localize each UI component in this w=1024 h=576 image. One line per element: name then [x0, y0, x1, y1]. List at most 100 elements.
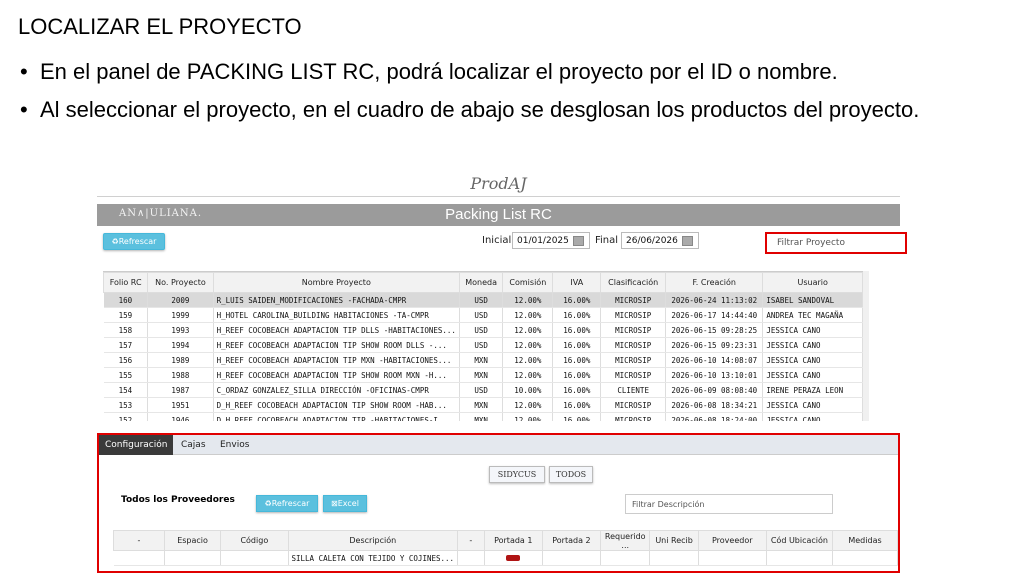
table-cell: D_H_REEF COCOBEACH ADAPTACION TIP SHOW R… [213, 397, 460, 413]
section-title: Todos los Proveedores [121, 495, 235, 505]
column-header[interactable]: - [113, 530, 165, 551]
tab-bar: Configuración Cajas Envios [99, 435, 898, 455]
table-cell: 16.00% [552, 307, 602, 323]
table-cell: 2026-06-08 18:34:21 [665, 397, 764, 413]
column-header[interactable]: Cód Ubicación [765, 530, 834, 551]
table-cell: 1994 [147, 337, 214, 353]
table-cell: 1988 [147, 367, 214, 383]
page-title: Packing List RC [445, 206, 552, 223]
table-cell: 12.00% [502, 397, 554, 413]
table-cell: 155 [103, 367, 149, 383]
table-row[interactable]: 160 2009 R_LUIS SAIDEN_MODIFICACIONES -FAC… [103, 292, 863, 308]
calendar-icon[interactable] [681, 235, 693, 246]
table-row[interactable]: 154 1987 C_ORDAZ GONZALEZ_SILLA DIRECCIÓN … [103, 382, 863, 398]
column-header[interactable]: Clasificación [600, 272, 667, 293]
table-cell: 16.00% [552, 322, 602, 338]
table-cell: 2026-06-10 14:08:07 [665, 352, 764, 368]
todos-button[interactable]: TODOS [549, 466, 593, 483]
table-cell: H_HOTEL CAROLINA_BUILDING HABITACIONES -… [213, 307, 460, 323]
table-row[interactable]: 159 1999 H_HOTEL CAROLINA_BUILDING HABITAC… [103, 307, 863, 323]
inicial-date-field[interactable]: 01/01/2025 [512, 232, 590, 249]
scrollbar[interactable] [863, 271, 869, 421]
table-cell: 12.00% [502, 352, 554, 368]
column-header[interactable]: IVA [552, 272, 602, 293]
table-cell: 16.00% [552, 412, 602, 421]
filter-descripcion-input[interactable]: Filtrar Descripción [625, 494, 833, 514]
column-header[interactable]: Descripción [287, 530, 459, 551]
column-header[interactable]: Portada 2 [541, 530, 602, 551]
refresh-button[interactable]: ♻Refrescar [103, 233, 165, 250]
table-cell: H_REEF COCOBEACH ADAPTACION TIP DLLS -HA… [213, 322, 460, 338]
tab-configuracion[interactable]: Configuración [99, 435, 174, 455]
table-cell: CLIENTE [600, 382, 667, 398]
table-cell: 156 [103, 352, 149, 368]
bullet-list: En el panel de PACKING LIST RC, podrá lo… [18, 58, 1008, 134]
table-row[interactable]: 156 1989 H_REEF COCOBEACH ADAPTACION TIP M… [103, 352, 863, 368]
table-cell: MICROSIP [600, 412, 667, 421]
table-cell: MXN [459, 397, 504, 413]
table-cell: JESSICA CANO [762, 322, 863, 338]
final-date-field[interactable]: 26/06/2026 [621, 232, 699, 249]
calendar-icon[interactable] [572, 235, 584, 246]
inicial-label: Inicial [482, 235, 512, 246]
column-header[interactable]: Medidas [832, 530, 898, 551]
tab-cajas[interactable]: Cajas [175, 435, 212, 455]
table-cell: 1951 [147, 397, 214, 413]
table-cell: 2026-06-08 18:24:00 [665, 412, 764, 421]
products-table: - Espacio Código Descripción - Portada 1 Porta… [113, 530, 898, 571]
table-cell: MXN [459, 367, 504, 383]
table-cell: H_REEF COCOBEACH ADAPTACION TIP SHOW ROO… [213, 367, 460, 383]
column-header[interactable]: Código [220, 530, 289, 551]
refresh-proveedores-button[interactable]: ♻Refrescar [256, 495, 318, 512]
table-row[interactable]: 157 1994 H_REEF COCOBEACH ADAPTACION TIP S… [103, 337, 863, 353]
table-cell: 1946 [147, 412, 214, 421]
table-cell: C_ORDAZ GONZALEZ_SILLA DIRECCIÓN -OFICIN… [213, 382, 460, 398]
column-header[interactable]: Comisión [502, 272, 554, 293]
tab-envios[interactable]: Envios [214, 435, 255, 455]
column-header[interactable]: Proveedor [697, 530, 767, 551]
table-cell: 1993 [147, 322, 214, 338]
column-header[interactable]: Usuario [762, 272, 863, 293]
table-row[interactable]: SILLA CALETA CON TEJIDO Y COJINES... [113, 550, 898, 566]
table-cell: USD [459, 337, 504, 353]
table-cell: 2026-06-17 14:44:40 [665, 307, 764, 323]
table-cell: 12.00% [502, 307, 554, 323]
table-cell: JESSICA CANO [762, 367, 863, 383]
table-cell: 1999 [147, 307, 214, 323]
table-cell: D_H_REEF COCOBEACH ADAPTACION TIP -HABIT… [213, 412, 460, 421]
table-cell: 2026-06-10 13:10:01 [665, 367, 764, 383]
table-cell: 12.00% [502, 292, 554, 308]
column-header[interactable]: Nombre Proyecto [212, 272, 460, 293]
product-thumbnail[interactable] [506, 554, 521, 561]
table-cell: MICROSIP [600, 367, 667, 383]
table-cell: USD [459, 292, 504, 308]
table-cell: JESSICA CANO [762, 412, 863, 421]
column-header[interactable]: Requerido ... [599, 530, 651, 551]
table-cell: IRENE PERAZA LEON [762, 382, 863, 398]
column-header[interactable]: Folio RC [103, 272, 149, 293]
column-header[interactable]: F. Creación [665, 272, 764, 293]
column-header[interactable]: - [457, 530, 485, 551]
column-header[interactable]: No. Proyecto [147, 272, 214, 293]
table-cell: JESSICA CANO [762, 352, 863, 368]
column-header[interactable]: Moneda [458, 272, 504, 293]
table-row[interactable]: 152 1946 D_H_REEF COCOBEACH ADAPTACION TIP… [103, 412, 863, 421]
filter-proyecto-input[interactable]: Filtrar Proyecto [765, 232, 907, 254]
table-row[interactable]: 155 1988 H_REEF COCOBEACH ADAPTACION TIP S… [103, 367, 863, 383]
table-cell: 16.00% [552, 367, 602, 383]
table-cell: 153 [103, 397, 149, 413]
divider [97, 196, 900, 197]
table-row[interactable]: 158 1993 H_REEF COCOBEACH ADAPTACION TIP D… [103, 322, 863, 338]
table-cell: 152 [103, 412, 149, 421]
excel-button[interactable]: ⊠Excel [323, 495, 367, 512]
table-cell: 2026-06-09 08:08:40 [665, 382, 764, 398]
projects-table: Folio RC No. Proyecto Nombre Proyecto Moned… [103, 271, 863, 421]
sidycus-button[interactable]: SIDYCUS [489, 466, 545, 483]
final-label: Final [595, 235, 619, 246]
column-header[interactable]: Uni Recib [649, 530, 699, 551]
column-header[interactable]: Espacio [163, 530, 222, 551]
table-cell: JESSICA CANO [762, 397, 863, 413]
table-row[interactable]: 153 1951 D_H_REEF COCOBEACH ADAPTACION TIP… [103, 397, 863, 413]
column-header[interactable]: Portada 1 [483, 530, 543, 551]
table-cell: 12.00% [502, 412, 554, 421]
